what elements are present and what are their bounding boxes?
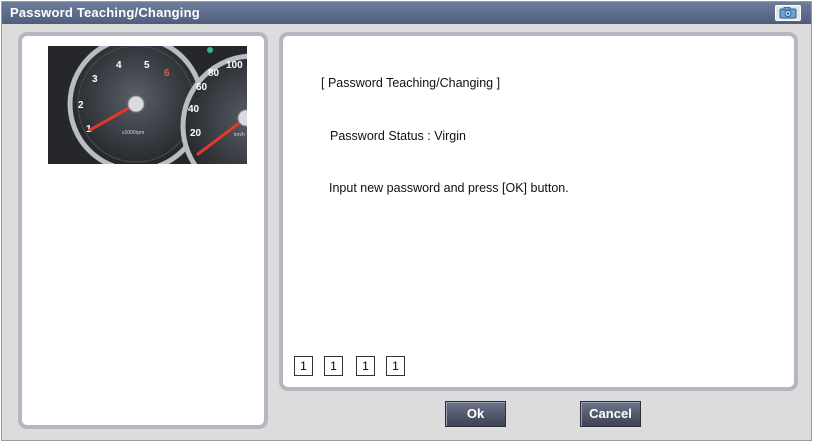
speed-tick-label: 100 (226, 60, 243, 71)
speed-unit: km/h (234, 132, 245, 138)
speed-tick-label: 20 (190, 128, 202, 139)
speed-tick-label: 40 (188, 104, 200, 115)
tach-tick-label: 4 (116, 60, 122, 71)
speed-tick-label: 60 (196, 82, 208, 93)
tach-unit: x1000rpm (122, 130, 144, 136)
instrument-cluster-image: 1 2 3 4 5 6 x1000rpm 20 40 60 80 100 (48, 46, 247, 164)
tach-tick-label: 2 (78, 100, 84, 111)
tach-tick-label: 6 (164, 68, 170, 79)
password-status: Password Status : Virgin (330, 129, 466, 143)
camera-icon[interactable] (775, 5, 801, 21)
tach-tick-label: 3 (92, 74, 98, 85)
instruction-text: Input new password and press [OK] button… (329, 181, 569, 195)
password-digit-1[interactable]: 1 (294, 356, 313, 376)
ok-button[interactable]: Ok (445, 401, 506, 427)
window-title: Password Teaching/Changing (10, 5, 200, 20)
password-digit-3[interactable]: 1 (356, 356, 375, 376)
password-digit-2[interactable]: 1 (324, 356, 343, 376)
cancel-button[interactable]: Cancel (580, 401, 641, 427)
tach-tick-label: 5 (144, 60, 150, 71)
dialog-window: Password Teaching/Changing 2 3 4 5 6 x10… (1, 1, 812, 441)
content-heading: [ Password Teaching/Changing ] (321, 76, 501, 90)
image-panel: 1 2 3 4 5 6 x1000rpm 20 40 60 80 100 (18, 32, 268, 429)
content-panel: [ Password Teaching/Changing ] Password … (279, 32, 798, 391)
title-bar[interactable]: Password Teaching/Changing (2, 2, 811, 24)
password-digit-4[interactable]: 1 (386, 356, 405, 376)
speed-tick-label: 80 (208, 68, 220, 79)
